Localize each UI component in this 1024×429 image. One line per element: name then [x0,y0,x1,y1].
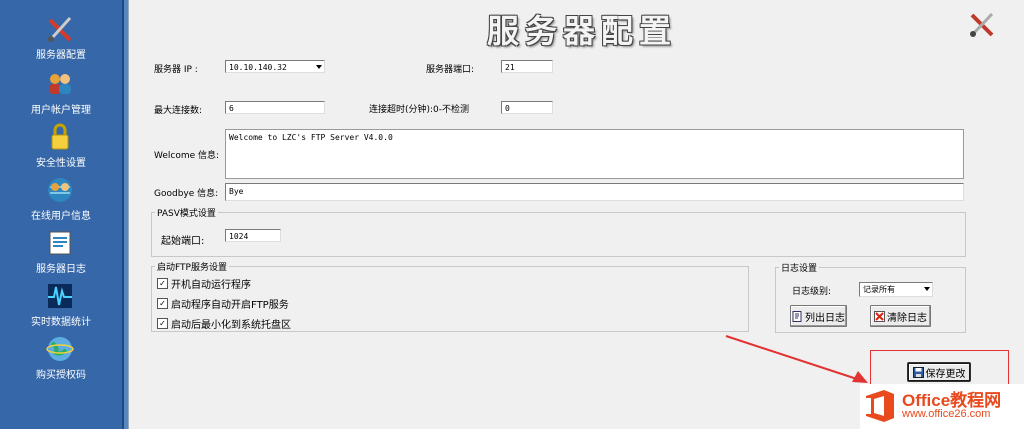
document-icon [792,310,802,322]
office-logo-icon [866,390,894,422]
users-icon [49,74,71,94]
sidebar-item-buy-license[interactable]: 购买授权码 [0,332,122,385]
checkbox-checked-icon: ✓ [157,298,168,309]
globe-icon [46,337,74,361]
timeout-label: 连接超时(分钟):0-不检测 [369,105,470,115]
chevron-down-icon [316,65,322,69]
autostart-group-title: 启动FTP服务设置 [155,260,229,273]
start-port-label: 起始端口: [161,236,205,247]
server-ip-combo[interactable]: 10.10.140.32 [225,60,325,73]
pasv-group-title: PASV模式设置 [155,206,218,219]
auto-start-ftp-checkbox[interactable]: ✓ 启动程序自动开启FTP服务 [157,296,289,311]
checkbox-checked-icon: ✓ [157,318,168,329]
log-level-value: 记录所有 [863,285,895,294]
delete-icon [874,310,885,322]
checkbox-checked-icon: ✓ [157,278,168,289]
sidebar-item-label: 安全性设置 [36,158,86,169]
server-port-input[interactable]: 21 [501,60,553,73]
server-ip-label: 服务器 IP : [154,65,198,75]
start-port-input[interactable]: 1024 [225,229,281,242]
goodbye-input[interactable]: Bye [225,183,964,201]
chevron-down-icon [924,287,930,291]
chart-pulse-icon [48,284,72,308]
log-level-combo[interactable]: 记录所有 [859,282,933,297]
sidebar-item-label: 实时数据统计 [31,317,91,328]
autorun-checkbox[interactable]: ✓ 开机自动运行程序 [157,276,251,291]
lock-icon [51,123,69,150]
minimize-tray-checkbox[interactable]: ✓ 启动后最小化到系统托盘区 [157,316,291,331]
sidebar-item-label: 在线用户信息 [31,211,91,222]
sidebar-item-online-users[interactable]: 在线用户信息 [0,173,122,226]
server-port-label: 服务器端口: [426,65,475,75]
checkbox-label: 开机自动运行程序 [171,280,251,291]
welcome-label: Welcome 信息: [154,151,220,161]
sidebar-item-label: 服务器日志 [36,264,86,275]
goodbye-label: Goodbye 信息: [154,189,219,199]
page-title: 服务器配置 [487,12,678,50]
tools-close-icon[interactable] [967,10,997,40]
sidebar-item-label: 服务器配置 [36,50,86,61]
log-settings-group-title: 日志设置 [779,261,820,274]
clear-log-button[interactable]: 清除日志 [870,305,931,327]
sidebar-item-user-accounts[interactable]: 用户帐户管理 [0,67,122,120]
watermark-url: www.office26.com [902,408,991,420]
tools-icon [48,16,72,42]
sidebar-item-server-log[interactable]: 服务器日志 [0,226,122,279]
server-ip-value: 10.10.140.32 [229,63,287,72]
max-connections-label: 最大连接数: [154,106,203,116]
sidebar: 服务器配置 用户帐户管理 安全性设置 在线用户信息 服务器日志 实时数据统计 购… [0,0,124,429]
online-users-icon [48,178,72,202]
sidebar-item-security[interactable]: 安全性设置 [0,120,122,173]
annotation-arrow [725,335,868,383]
sidebar-item-label: 用户帐户管理 [31,105,91,116]
log-icon [49,231,71,255]
welcome-textarea[interactable]: Welcome to LZC's FTP Server V4.0.0 [225,129,964,179]
watermark-logo: Office教程网 www.office26.com [860,384,1024,429]
sidebar-item-server-config[interactable]: 服务器配置 [0,12,122,65]
checkbox-label: 启动程序自动开启FTP服务 [171,300,289,311]
sidebar-item-stats[interactable]: 实时数据统计 [0,279,122,332]
checkbox-label: 启动后最小化到系统托盘区 [171,320,291,331]
sidebar-item-label: 购买授权码 [36,370,86,381]
max-connections-input[interactable]: 6 [225,101,325,114]
timeout-input[interactable]: 0 [501,101,553,114]
log-level-label: 日志级别: [792,287,832,297]
list-log-button[interactable]: 列出日志 [790,305,847,327]
